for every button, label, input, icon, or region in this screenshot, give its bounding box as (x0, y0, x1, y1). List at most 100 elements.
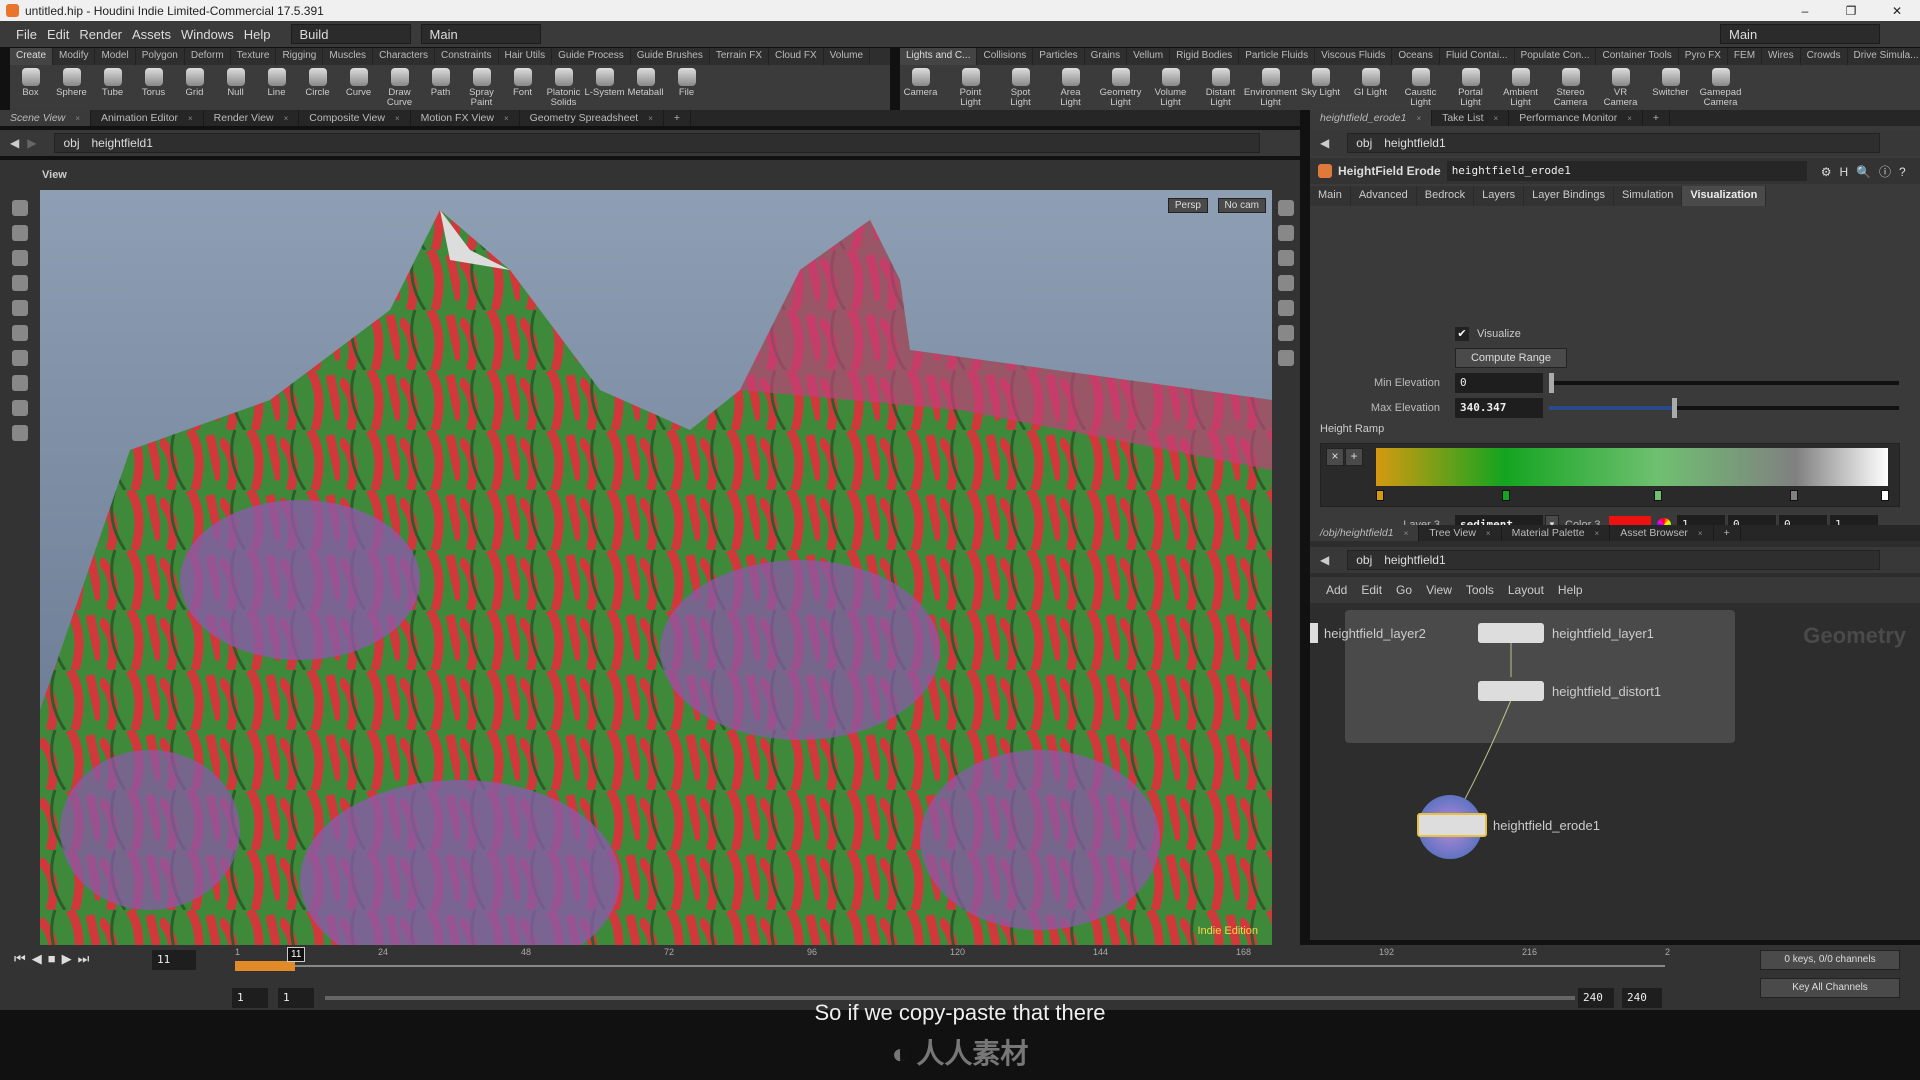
shelf-tool[interactable]: Path (420, 65, 461, 110)
lock-icon[interactable] (1278, 225, 1294, 241)
maximize-button[interactable]: ❐ (1828, 4, 1874, 18)
play-icon[interactable]: ▶ (62, 951, 72, 967)
minimize-button[interactable]: – (1782, 4, 1828, 18)
back-icon[interactable]: ◀ (10, 136, 19, 150)
shelf-tab[interactable]: Drive Simula... (1848, 48, 1920, 65)
visualize-checkbox[interactable]: ✔ (1455, 327, 1469, 341)
shelf-tool[interactable]: Circle (297, 65, 338, 110)
shelf-tab[interactable]: Grains (1085, 48, 1128, 65)
shelf-tool[interactable]: Null (215, 65, 256, 110)
node-erode1[interactable] (1417, 813, 1487, 837)
step-back-icon[interactable]: ◀ (32, 951, 42, 967)
shelf-tool[interactable]: Spray Paint (461, 65, 502, 110)
shelf-tool[interactable]: Font (502, 65, 543, 110)
shelf-tab[interactable]: Characters (373, 48, 435, 65)
shelf-tab[interactable]: Lights and C... (900, 48, 978, 65)
menu-help[interactable]: Help (244, 27, 271, 42)
param-tab[interactable]: Visualization (1682, 186, 1767, 206)
path-obj[interactable]: obj (1356, 136, 1372, 150)
pane-tab[interactable]: Take List × (1432, 110, 1510, 126)
shelf-tool[interactable]: Point Light (950, 65, 991, 110)
scene-viewport[interactable]: Persp No cam Indie Edition (40, 190, 1272, 945)
shelf-tool[interactable]: Sphere (51, 65, 92, 110)
param-tab[interactable]: Layers (1474, 186, 1525, 206)
shelf-tab[interactable]: Oceans (1392, 48, 1440, 65)
shelf-tab[interactable]: Container Tools (1596, 48, 1679, 65)
pane-tab[interactable]: Performance Monitor × (1509, 110, 1643, 126)
param-tab[interactable]: Bedrock (1416, 186, 1475, 206)
shelf-tool[interactable]: GI Light (1350, 65, 1391, 110)
path-heightfield[interactable]: heightfield1 (1384, 136, 1445, 150)
info-icon[interactable] (1278, 350, 1294, 366)
shelf-tool[interactable]: Environment Light (1244, 65, 1297, 110)
max-elevation-slider[interactable] (1549, 398, 1899, 418)
ramp-key[interactable] (1881, 490, 1889, 501)
move-tool-icon[interactable] (12, 225, 28, 241)
close-tab-icon[interactable]: × (395, 114, 400, 123)
shelf-tool[interactable]: Torus (133, 65, 174, 110)
shelf-tab[interactable]: Fluid Contai... (1440, 48, 1515, 65)
shelf-tab[interactable]: Create (10, 48, 54, 65)
forward-icon[interactable]: ▶ (27, 136, 36, 150)
desktop-select[interactable]: Build (290, 24, 411, 44)
ramp-gradient[interactable] (1376, 448, 1888, 486)
shelf-tool[interactable]: Draw Curve (379, 65, 420, 110)
pose-tool-icon[interactable] (12, 325, 28, 341)
shelf-tab[interactable]: Hair Utils (499, 48, 553, 65)
pane-tab[interactable]: Scene View × (0, 110, 91, 126)
pane-tab[interactable]: Composite View × (299, 110, 411, 126)
compute-range-button[interactable]: Compute Range (1455, 348, 1567, 368)
shelf-tool[interactable]: L-System (584, 65, 625, 110)
right-desktop-select[interactable]: Main (1720, 24, 1880, 44)
key-all-channels-button[interactable]: Key All Channels (1760, 978, 1900, 998)
path-obj[interactable]: obj (63, 136, 79, 150)
menu-edit[interactable]: Edit (47, 27, 69, 42)
shelf-tool[interactable]: Portal Light (1450, 65, 1491, 110)
close-tab-icon[interactable]: × (1627, 114, 1632, 123)
shelf-tab[interactable]: Particle Fluids (1239, 48, 1316, 65)
shelf-tool[interactable]: VR Camera (1600, 65, 1641, 110)
shelf-tab[interactable]: Rigid Bodies (1170, 48, 1240, 65)
playhead[interactable]: 11 (287, 947, 306, 962)
pane-tab[interactable]: Geometry Spreadsheet × (520, 110, 664, 126)
min-elevation-field[interactable]: 0 (1455, 373, 1543, 393)
shelf-tool[interactable]: Curve (338, 65, 379, 110)
ramp-key[interactable] (1376, 490, 1384, 501)
close-tab-icon[interactable]: × (284, 114, 289, 123)
shelf-tool[interactable]: File (666, 65, 707, 110)
min-elevation-slider[interactable] (1549, 373, 1899, 393)
menu-windows[interactable]: Windows (181, 27, 234, 42)
shelf-tab[interactable]: Terrain FX (710, 48, 769, 65)
shelf-tab[interactable]: Rigging (276, 48, 324, 65)
camera-tool-icon[interactable] (12, 425, 28, 441)
shelf-tab[interactable]: Constraints (435, 48, 499, 65)
path-heightfield[interactable]: heightfield1 (91, 136, 152, 150)
shelf-tool[interactable]: Tube (92, 65, 133, 110)
pane-tab[interactable]: Render View × (204, 110, 300, 126)
menu-render[interactable]: Render (79, 27, 122, 42)
last-frame-icon[interactable]: ⏭ (78, 951, 90, 967)
context-select[interactable]: Main (420, 24, 541, 44)
add-key-button[interactable]: + (1345, 448, 1363, 466)
shelf-tool[interactable]: Area Light (1050, 65, 1091, 110)
shelf-tab[interactable]: Muscles (323, 48, 374, 65)
close-tab-icon[interactable]: × (188, 114, 193, 123)
close-tab-icon[interactable]: × (75, 114, 80, 123)
shelf-tool[interactable]: Platonic Solids (543, 65, 584, 110)
ramp-key[interactable] (1653, 490, 1662, 501)
shelf-tab[interactable]: Guide Process (552, 48, 631, 65)
shelf-tab[interactable]: Populate Con... (1515, 48, 1597, 65)
shelf-tool[interactable]: Sky Light (1300, 65, 1341, 110)
node-name-field[interactable]: heightfield_erode1 (1446, 161, 1807, 181)
shelf-tab[interactable]: Polygon (136, 48, 185, 65)
node-label[interactable]: heightfield_layer2 (1324, 626, 1426, 641)
light-icon[interactable] (1278, 300, 1294, 316)
shelf-tab[interactable]: Particles (1033, 48, 1085, 65)
add-tab-icon[interactable]: + (1643, 110, 1671, 126)
close-tab-icon[interactable]: × (1416, 114, 1421, 123)
shading-icon[interactable] (1278, 275, 1294, 291)
param-tools-icons[interactable]: ⚙H🔍ⓘ? (1821, 163, 1914, 180)
shelf-tool[interactable]: Box (10, 65, 51, 110)
shelf-tool[interactable]: Distant Light (1200, 65, 1241, 110)
display-option-icon[interactable] (1278, 200, 1294, 216)
